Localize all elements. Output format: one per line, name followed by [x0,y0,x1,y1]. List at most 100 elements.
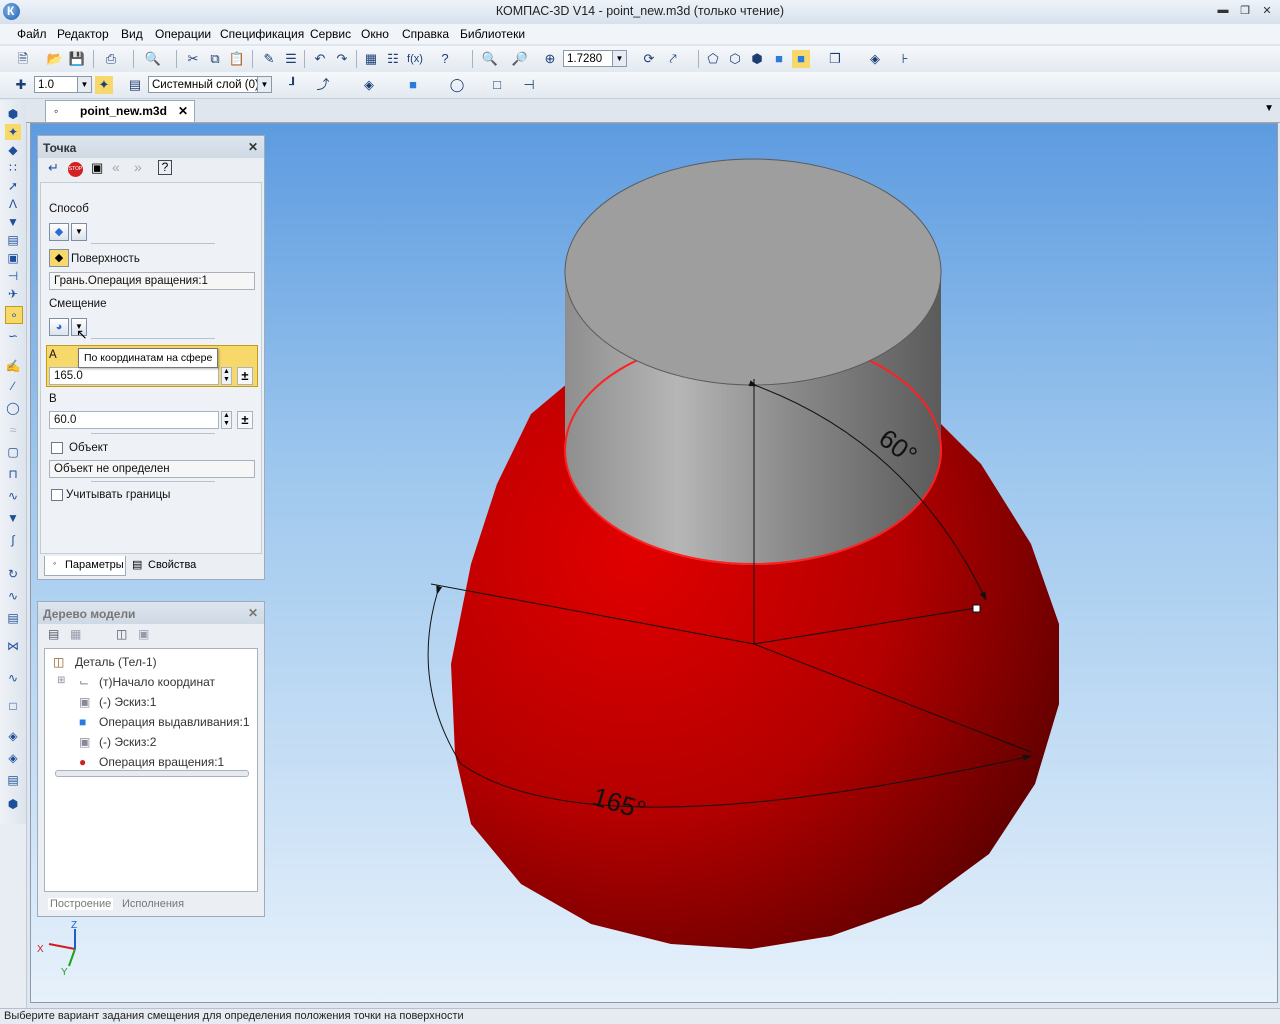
tree-item-part[interactable]: Деталь (Тел-1) [75,654,157,670]
paste-icon[interactable]: 📋 [228,50,246,68]
orientation-icon[interactable]: ⤤ [664,50,682,68]
rotate-icon[interactable]: ⟳ [640,50,658,68]
stop-icon[interactable]: STOP [68,162,83,177]
hidden-lines-icon[interactable]: ⬡ [726,50,744,68]
shaded-edges-icon[interactable]: ■ [792,50,810,68]
expand-icon[interactable]: ⊞ [57,675,71,689]
surface-field[interactable]: Грань.Операция вращения:1 [49,272,255,290]
close-tree-icon[interactable]: ✕ [248,606,258,620]
tab-parameters[interactable]: ◦ Параметры [44,556,126,576]
menu-operations[interactable]: Операции [155,27,211,41]
tab-executions[interactable]: Исполнения [122,898,184,910]
tab-list-chevron-icon[interactable]: ▼ [1264,103,1274,114]
properties-brush-icon[interactable]: ✎ [260,50,278,68]
bounds-checkbox[interactable] [51,489,63,501]
projection-icon[interactable]: ▤ [5,610,21,626]
measure-tool-icon[interactable]: ⊣ [5,268,21,284]
tab-build[interactable]: Построение [48,898,114,910]
cut-icon[interactable]: ✂ [184,50,202,68]
intersection-icon[interactable]: ⋈ [5,638,21,654]
points-icon[interactable]: ∷ [5,160,21,176]
snap-grid-icon[interactable]: ✚ [12,76,30,94]
local-cs-icon[interactable]: ┚ [284,76,302,94]
param-a-field[interactable]: 165.0 [49,367,219,385]
conic-icon[interactable]: ↻ [5,566,21,582]
list-icon[interactable]: ☰ [282,50,300,68]
contour-icon[interactable]: □ [5,698,21,714]
perspective-icon[interactable]: ◈ [866,50,884,68]
menu-view[interactable]: Вид [121,27,143,41]
filter-tool-icon[interactable]: ▼ [5,214,21,230]
polyline-icon[interactable]: ⊓ [5,466,21,482]
layer-icon[interactable]: ▤ [126,76,144,94]
show-icon[interactable]: □ [488,76,506,94]
layer-combo[interactable]: Системный слой (0) ▼ [148,76,272,93]
disabled-tool-icon[interactable]: ▢ [5,444,21,460]
undo-icon[interactable]: ↶ [311,50,329,68]
tree-doc-icon[interactable]: ◫ [116,627,127,641]
surface-button-label[interactable]: Поверхность [71,253,140,265]
close-tab-icon[interactable]: ✕ [178,104,188,118]
snap-icon[interactable]: ✦ [95,76,113,94]
cursor-icon[interactable]: ⤴ [314,76,332,94]
tree-item-revolve[interactable]: Операция вращения:1 [99,754,224,770]
helix-icon[interactable]: ∫ [5,532,21,548]
material-icon[interactable]: ◈ [360,76,378,94]
tree-scrollbar[interactable] [55,770,249,777]
create-object-icon[interactable]: ↵ [48,160,59,176]
tree-item-origin[interactable]: (т)Начало координат [99,674,215,690]
print-icon[interactable]: ⎙ [102,50,120,68]
param-a-spinner[interactable]: ▲ ▼ [221,367,232,385]
param-b-sign-button[interactable]: ± [237,411,253,429]
help-pointer-icon[interactable]: ? [436,50,454,68]
copy-icon[interactable]: ⧉ [206,50,224,68]
surface-select-icon[interactable]: ◆ [49,249,69,267]
wireframe-icon[interactable]: ⬠ [704,50,722,68]
chevron-down-icon[interactable]: ▼ [612,51,626,66]
filter-icon[interactable]: ❐ [826,50,844,68]
open-file-icon[interactable]: 📂 [46,50,64,68]
param-b-spinner[interactable]: ▲ ▼ [221,411,232,429]
thin-lines-icon[interactable]: ⬢ [748,50,766,68]
spring-icon[interactable]: ≈ [5,422,21,438]
zoom-scale-icon[interactable]: ⊕ [541,50,559,68]
manager-icon[interactable]: ▦ [362,50,380,68]
spline-icon[interactable]: ∿ [5,488,21,504]
save-icon[interactable]: 💾 [68,50,86,68]
new-file-icon[interactable]: 🗎 [14,50,32,68]
spatial-curves-icon[interactable]: ◆ [5,142,21,158]
plane-icon[interactable]: Λ [5,196,21,212]
measure-icon[interactable]: ⊦ [896,50,914,68]
close-panel-icon[interactable]: ✕ [248,140,258,154]
object-field[interactable]: Объект не определен [49,460,255,478]
surface-curve-icon[interactable]: ∿ [5,588,21,604]
edge-icon[interactable]: ▤ [5,772,21,788]
next-object-icon[interactable]: » [134,159,142,175]
variables-icon[interactable]: ☷ [384,50,402,68]
point-marker[interactable] [972,604,981,613]
dimension-icon[interactable]: ⊣ [520,76,538,94]
method-surface-button[interactable]: ◆ [49,223,69,241]
point-on-curve-icon[interactable]: ∽ [5,328,21,344]
point-tool-icon[interactable]: ∘ [5,306,23,324]
prev-object-icon[interactable]: « [112,159,120,175]
color-icon[interactable]: ■ [404,76,422,94]
zoom-combo[interactable]: 1.7280 ▼ [563,50,627,67]
frame-icon[interactable]: ▣ [5,250,21,266]
edit-part-icon[interactable]: ⬢ [5,106,21,122]
aux-geometry-icon[interactable]: ✦ [5,124,21,140]
menu-editor[interactable]: Редактор [57,27,109,41]
fx-icon[interactable]: f(x) [406,50,424,68]
wrap-icon[interactable]: ∿ [5,670,21,686]
menu-help[interactable]: Справка [402,27,449,41]
import-curve-icon[interactable]: ▼ [5,510,21,526]
chevron-down-icon[interactable]: ▼ [77,77,91,92]
tree-view-icon[interactable]: ▦ [70,627,81,641]
tree-item-sketch1[interactable]: (-) Эскиз:1 [99,694,156,710]
help-icon[interactable]: ? [158,160,172,175]
tree-item-extrude[interactable]: Операция выдавливания:1 [99,714,250,730]
axis-icon[interactable]: ➚ [5,178,21,194]
zoom-all-icon[interactable]: 🔎 [511,50,529,68]
tab-properties[interactable]: ▤ Свойства [130,556,210,576]
shaded-icon[interactable]: ■ [770,50,788,68]
